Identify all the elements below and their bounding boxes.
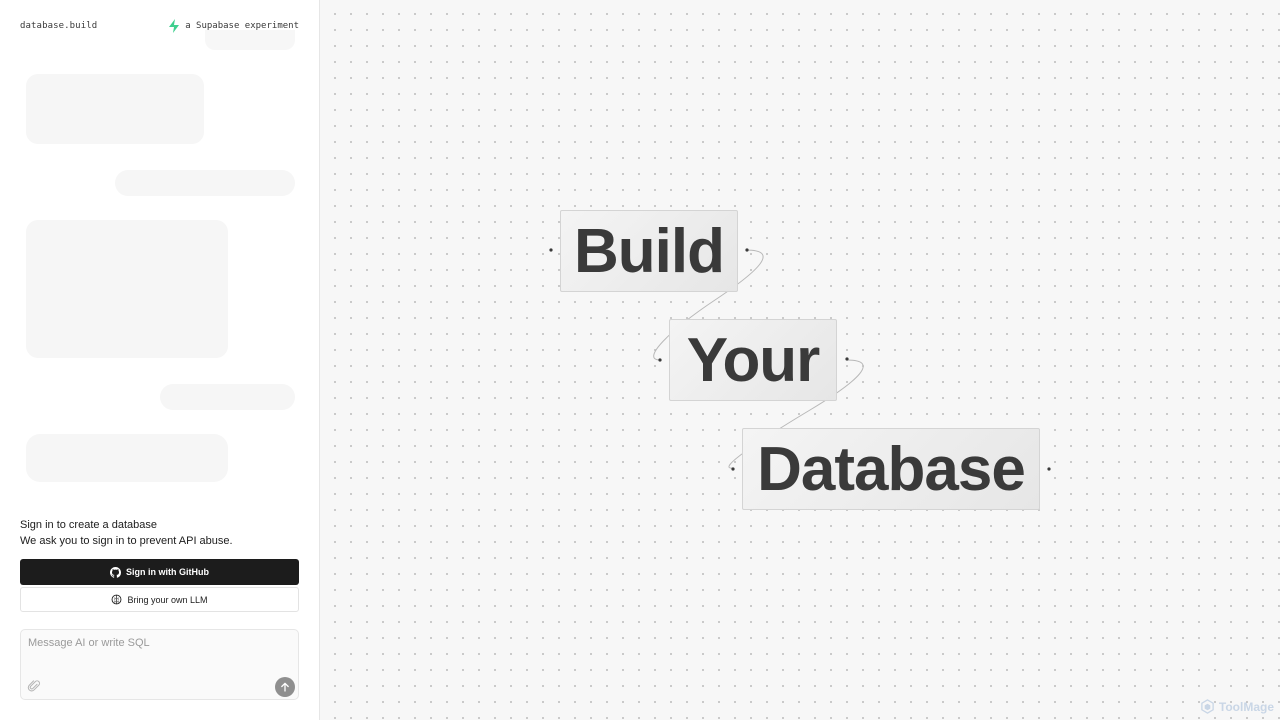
github-icon (110, 566, 121, 578)
schema-canvas[interactable]: Build Your Database (320, 0, 1280, 720)
signin-description: We ask you to sign in to prevent API abu… (20, 535, 233, 547)
watermark: ToolMage (1200, 699, 1274, 714)
llm-button-label: Bring your own LLM (127, 594, 208, 605)
github-button-label: Sign in with GitHub (126, 567, 209, 577)
message-skeleton (115, 170, 295, 196)
message-skeleton (205, 30, 295, 50)
byo-llm-button[interactable]: Bring your own LLM (20, 587, 299, 612)
message-composer (20, 629, 299, 700)
connector-dot (845, 357, 849, 361)
github-signin-button[interactable]: Sign in with GitHub (20, 559, 299, 585)
connector-dot (731, 467, 735, 471)
supabase-bolt-icon (169, 19, 180, 33)
watermark-label: ToolMage (1218, 699, 1274, 714)
word-node-database[interactable]: Database (742, 428, 1040, 510)
connector-dot (658, 358, 662, 362)
message-skeleton (26, 220, 228, 358)
brand-logo[interactable]: database.build (20, 21, 97, 31)
message-skeleton (26, 434, 228, 482)
word-node-your[interactable]: Your (669, 319, 837, 401)
connector-dot (1047, 467, 1051, 471)
hexagon-logo-icon (1201, 699, 1214, 714)
message-skeleton (26, 74, 204, 144)
arrow-up-icon (281, 682, 289, 692)
paperclip-icon[interactable] (27, 679, 41, 693)
connector-dot (549, 248, 553, 252)
word-node-build[interactable]: Build (560, 210, 738, 292)
brain-icon (112, 594, 122, 605)
chat-sidebar: database.build a Supabase experiment Sig… (0, 0, 320, 720)
connector-dot (745, 248, 749, 252)
signin-title: Sign in to create a database (20, 519, 157, 531)
message-skeleton (160, 384, 295, 410)
message-input[interactable] (28, 637, 288, 673)
send-button[interactable] (275, 677, 295, 697)
